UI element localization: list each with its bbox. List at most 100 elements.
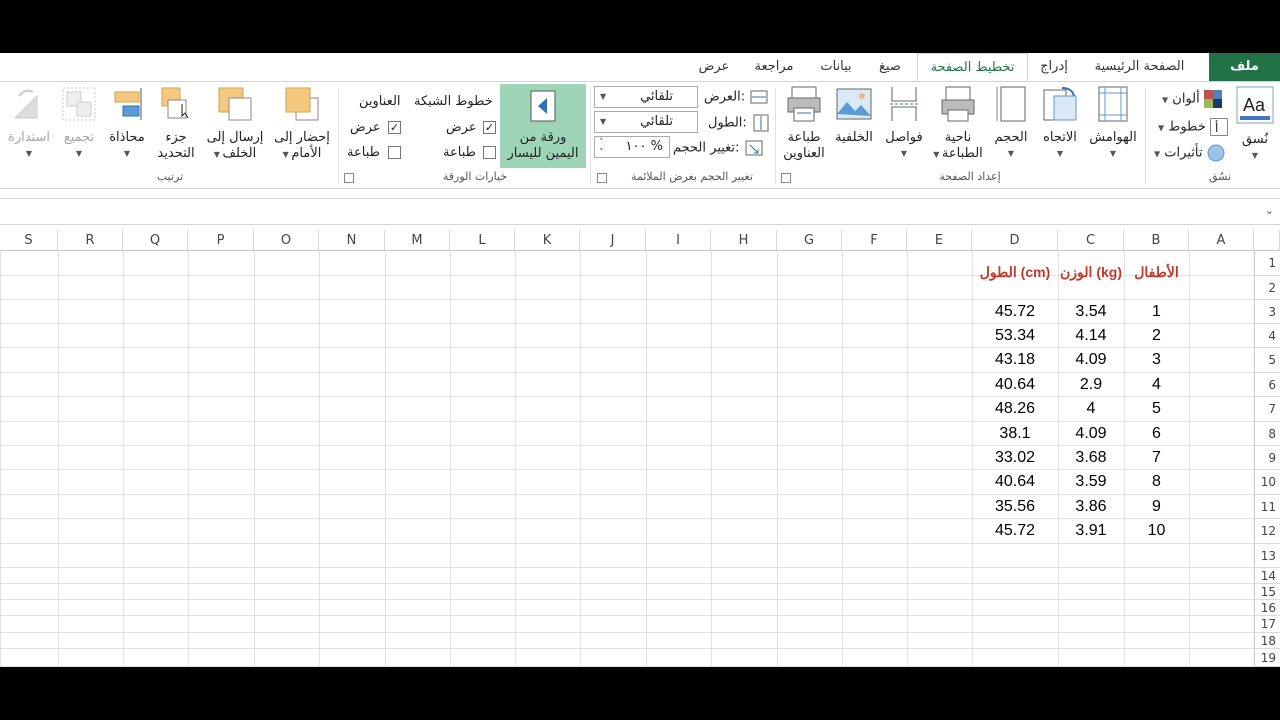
gridlines-view-checkbox[interactable]: ✓ bbox=[483, 121, 496, 134]
column-header-r[interactable]: R bbox=[58, 230, 123, 251]
column-header-l[interactable]: L bbox=[450, 230, 515, 251]
tab-view[interactable]: عرض bbox=[688, 53, 740, 81]
colors-button[interactable]: ▼ ألوان bbox=[1162, 90, 1222, 108]
tab-file[interactable]: ملف bbox=[1209, 53, 1280, 81]
select-all-corner[interactable] bbox=[1254, 230, 1280, 251]
align-button[interactable]: محاذاة ▼ bbox=[104, 86, 150, 162]
cell-d9[interactable]: 33.02 bbox=[972, 449, 1058, 467]
column-header-h[interactable]: H bbox=[711, 230, 777, 251]
cell-c4[interactable]: 4.14 bbox=[1058, 327, 1124, 345]
gridlines-print-checkbox[interactable] bbox=[483, 146, 496, 159]
width-dropdown[interactable]: ▼ تلقائي bbox=[594, 86, 698, 108]
cell-c10[interactable]: 3.59 bbox=[1058, 473, 1124, 491]
fonts-button[interactable]: ▼ خطوط أ bbox=[1158, 118, 1228, 136]
row-header-9[interactable]: 9 bbox=[1254, 446, 1280, 470]
cell-b12[interactable]: 10 bbox=[1124, 522, 1189, 540]
cell-b9[interactable]: 7 bbox=[1124, 449, 1189, 467]
row-header-6[interactable]: 6 bbox=[1254, 373, 1280, 397]
cell-b11[interactable]: 9 bbox=[1124, 498, 1189, 516]
cell-c3[interactable]: 3.54 bbox=[1058, 303, 1124, 321]
cell-b4[interactable]: 2 bbox=[1124, 327, 1189, 345]
cell-b5[interactable]: 3 bbox=[1124, 351, 1189, 369]
scale-spinner[interactable]: ˄ ˅ ١٠٠ % bbox=[594, 136, 670, 158]
selection-pane-button[interactable]: جزء التحديد bbox=[150, 86, 202, 162]
cell-d11[interactable]: 35.56 bbox=[972, 498, 1058, 516]
row-header-4[interactable]: 4 bbox=[1254, 324, 1280, 348]
column-header-i[interactable]: I bbox=[646, 230, 711, 251]
column-header-e[interactable]: E bbox=[907, 230, 972, 251]
cell-d7[interactable]: 48.26 bbox=[972, 400, 1058, 418]
tab-page-layout[interactable]: تخطيط الصفحة bbox=[917, 53, 1028, 81]
row-header-7[interactable]: 7 bbox=[1254, 397, 1280, 422]
headings-print-checkbox[interactable] bbox=[388, 146, 401, 159]
themes-button[interactable]: Aa نُسق ▼ bbox=[1233, 86, 1277, 164]
cell-d5[interactable]: 43.18 bbox=[972, 351, 1058, 369]
page-setup-launcher-icon[interactable] bbox=[781, 173, 791, 183]
cell-d8[interactable]: 38.1 bbox=[972, 425, 1058, 443]
background-button[interactable]: الخلفية bbox=[828, 86, 880, 146]
tab-insert[interactable]: إدراج bbox=[1028, 53, 1080, 81]
row-header-5[interactable]: 5 bbox=[1254, 348, 1280, 373]
cell-c8[interactable]: 4.09 bbox=[1058, 425, 1124, 443]
tab-home[interactable]: الصفحة الرئيسية bbox=[1081, 53, 1198, 81]
row-header-3[interactable]: 3 bbox=[1254, 300, 1280, 324]
margins-button[interactable]: الهوامش ▼ bbox=[1084, 86, 1142, 162]
sheet-options-launcher-icon[interactable] bbox=[344, 173, 354, 183]
rotate-button[interactable]: استدارة ▼ bbox=[2, 86, 56, 162]
cell-d10[interactable]: 40.64 bbox=[972, 473, 1058, 491]
row-header-19[interactable]: 19 bbox=[1254, 649, 1280, 667]
headings-view-checkbox[interactable]: ✓ bbox=[388, 121, 401, 134]
row-header-8[interactable]: 8 bbox=[1254, 422, 1280, 446]
cell-d3[interactable]: 45.72 bbox=[972, 303, 1058, 321]
column-header-b[interactable]: B bbox=[1124, 230, 1189, 251]
column-header-n[interactable]: N bbox=[319, 230, 385, 251]
column-header-a[interactable]: A bbox=[1189, 230, 1254, 251]
size-button[interactable]: الحجم ▼ bbox=[988, 86, 1034, 162]
column-header-d[interactable]: D bbox=[972, 230, 1058, 251]
cell-c6[interactable]: 2.9 bbox=[1058, 376, 1124, 394]
tab-formulas[interactable]: صيغ bbox=[864, 53, 916, 81]
bring-forward-button[interactable]: إحضار إلى ▼ الأمام bbox=[270, 86, 334, 163]
sheet-right-to-left-button[interactable]: ورقة من اليمين لليسار bbox=[500, 84, 586, 168]
row-header-16[interactable]: 16 bbox=[1254, 600, 1280, 616]
tab-review[interactable]: مراجعة bbox=[740, 53, 808, 81]
cell-c9[interactable]: 3.68 bbox=[1058, 449, 1124, 467]
column-header-g[interactable]: G bbox=[777, 230, 842, 251]
column-header-c[interactable]: C bbox=[1058, 230, 1124, 251]
cell-b6[interactable]: 4 bbox=[1124, 376, 1189, 394]
row-header-18[interactable]: 18 bbox=[1254, 633, 1280, 649]
cell-c11[interactable]: 3.86 bbox=[1058, 498, 1124, 516]
row-header-2[interactable]: 2 bbox=[1254, 276, 1280, 300]
row-header-12[interactable]: 12 bbox=[1254, 519, 1280, 544]
row-header-15[interactable]: 15 bbox=[1254, 584, 1280, 600]
expand-formula-bar-icon[interactable]: ⌄ bbox=[1265, 204, 1274, 217]
scale-launcher-icon[interactable] bbox=[597, 173, 607, 183]
row-header-11[interactable]: 11 bbox=[1254, 495, 1280, 519]
column-header-j[interactable]: J bbox=[580, 230, 646, 251]
column-header-o[interactable]: O bbox=[254, 230, 319, 251]
cell-d4[interactable]: 53.34 bbox=[972, 327, 1058, 345]
column-header-p[interactable]: P bbox=[188, 230, 254, 251]
row-header-13[interactable]: 13 bbox=[1254, 544, 1280, 568]
row-header-1[interactable]: 1 bbox=[1254, 251, 1280, 276]
group-button[interactable]: تجميع ▼ bbox=[56, 86, 102, 162]
row-header-14[interactable]: 14 bbox=[1254, 568, 1280, 584]
header-height-cell[interactable]: الطول (cm) bbox=[972, 264, 1058, 281]
column-header-m[interactable]: M bbox=[385, 230, 450, 251]
cell-b7[interactable]: 5 bbox=[1124, 400, 1189, 418]
tab-data[interactable]: بيانات bbox=[808, 53, 864, 81]
worksheet-grid[interactable]: SRQPONMLKJIHGFEDCBA 1 2 3 4 5 6 7 8 9 10 11 12 13 14 1… bbox=[0, 230, 1280, 667]
column-header-q[interactable]: Q bbox=[123, 230, 188, 251]
orientation-button[interactable]: الاتجاه ▼ bbox=[1036, 86, 1084, 162]
send-backward-button[interactable]: إرسال إلى ▼ الخلف bbox=[202, 86, 268, 163]
effects-button[interactable]: ▼ تأثيرات bbox=[1154, 144, 1225, 162]
cell-d12[interactable]: 45.72 bbox=[972, 522, 1058, 540]
breaks-button[interactable]: فواصل ▼ bbox=[880, 86, 928, 162]
print-area-button[interactable]: ناحية ▼ الطباعة bbox=[928, 86, 988, 163]
formula-bar[interactable]: ⌄ bbox=[0, 198, 1280, 225]
column-header-s[interactable]: S bbox=[0, 230, 58, 251]
row-header-17[interactable]: 17 bbox=[1254, 616, 1280, 633]
header-weight-cell[interactable]: الوزن (kg) bbox=[1058, 264, 1124, 281]
cell-c5[interactable]: 4.09 bbox=[1058, 351, 1124, 369]
cell-b8[interactable]: 6 bbox=[1124, 425, 1189, 443]
